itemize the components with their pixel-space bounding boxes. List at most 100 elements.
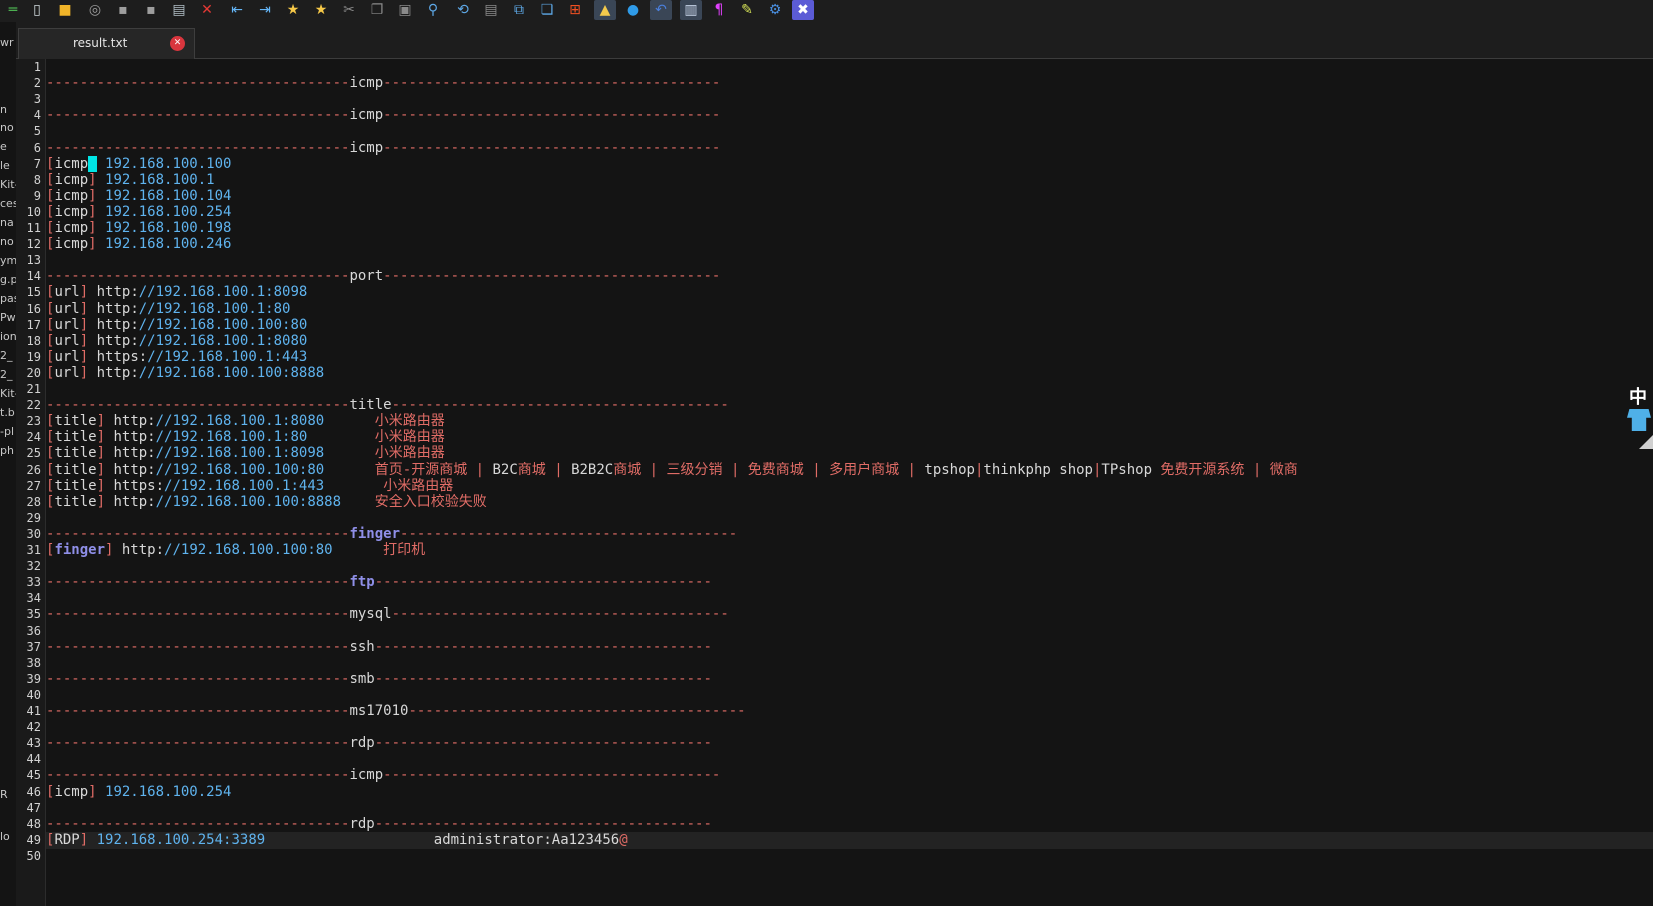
text-line[interactable] [46,91,1653,108]
text-line[interactable]: ------------------------------------rdp-… [46,816,1653,833]
text-line[interactable]: [RDP] 192.168.100.254:3389 administrator… [46,832,1653,849]
text-line[interactable]: ------------------------------------smb-… [46,671,1653,688]
text-line[interactable]: ------------------------------------port… [46,268,1653,285]
text-line[interactable]: [url] https://192.168.100.1:443 [46,349,1653,366]
pilcrow-icon[interactable]: ¶ [708,0,730,20]
text-line[interactable]: [icmp] 192.168.100.100 [46,156,1653,173]
text-line[interactable]: [icmp] 192.168.100.246 [46,236,1653,253]
text-line[interactable] [46,558,1653,575]
text-line[interactable] [46,655,1653,672]
text-line[interactable]: [url] http://192.168.100.100:80 [46,317,1653,334]
document-icon[interactable]: ▤ [480,0,502,20]
text-line[interactable]: [title] https://192.168.100.1:443 小米路由器 [46,478,1653,495]
text-line[interactable]: [url] http://192.168.100.1:8098 [46,284,1653,301]
print-icon[interactable]: ▤ [168,0,190,20]
text-line[interactable] [46,687,1653,704]
indent-icon[interactable]: ⇥ [254,0,276,20]
text-line[interactable] [46,59,1653,76]
paste-icon[interactable]: ▣ [394,0,416,20]
text-line[interactable]: ------------------------------------icmp… [46,107,1653,124]
text-segment: //192.168.100.1:80 [138,301,291,317]
text-line[interactable]: [url] http://192.168.100.1:8080 [46,333,1653,350]
bookmark-icon[interactable]: ★ [282,0,304,20]
new-file-icon[interactable]: ▯ [26,0,48,20]
panel-icon[interactable]: ▥ [680,0,702,20]
pen-icon[interactable]: ✎ [736,0,758,20]
text-line[interactable] [46,252,1653,269]
apple-icon[interactable]: ● [622,0,644,20]
text-segment: http: [105,462,156,478]
undo-icon[interactable]: ↶ [650,0,672,20]
find-replace-icon[interactable]: ⟲ [452,0,474,20]
text-line[interactable]: [icmp] 192.168.100.198 [46,220,1653,237]
close-box-icon[interactable]: ✖ [792,0,814,20]
text-line[interactable]: [finger] http://192.168.100.100:80 打印机 [46,542,1653,559]
text-line[interactable]: [title] http://192.168.100.1:8098 小米路由器 [46,445,1653,462]
tab-result-txt[interactable]: result.txt ✕ [18,28,195,59]
shirt-icon[interactable] [1627,409,1651,431]
text-line[interactable]: [url] http://192.168.100.1:80 [46,301,1653,318]
ime-chinese-indicator[interactable]: 中 [1629,383,1647,409]
text-line[interactable]: [title] http://192.168.100.100:8888 安全入口… [46,494,1653,511]
text-line[interactable]: ------------------------------------fing… [46,526,1653,543]
text-line[interactable] [46,510,1653,527]
windows-logo-icon[interactable]: ⊞ [564,0,586,20]
find-icon[interactable]: ⚲ [422,0,444,20]
text-segment: ---------------------------------------- [374,671,712,687]
text-line[interactable]: [url] http://192.168.100.100:8888 [46,365,1653,382]
text-line[interactable] [46,751,1653,768]
settings-icon[interactable]: ⚙ [764,0,786,20]
background-window-strip: wr n no e le Kit-ces na no ym g.p pas Pwo ion 2_ 2_ Kit… [0,22,16,906]
text-segment: url [54,365,80,381]
cut-icon[interactable]: ✂ [338,0,360,20]
text-line[interactable] [46,381,1653,398]
compare-icon[interactable]: ⧉ [508,0,530,20]
line-number: 48 [26,817,41,831]
text-line[interactable]: ------------------------------------ssh-… [46,639,1653,656]
text-segment: ------------------------------------ [46,816,350,832]
window-icon[interactable]: ❏ [536,0,558,20]
text-line[interactable]: ------------------------------------ftp-… [46,574,1653,591]
text-line[interactable]: [icmp] 192.168.100.254 [46,784,1653,801]
text-line[interactable] [46,123,1653,140]
close-icon[interactable]: ✕ [196,0,218,20]
text-line[interactable]: ------------------------------------icmp… [46,140,1653,157]
background-text-fragment: pas [0,292,16,305]
linux-icon[interactable]: ▲ [594,0,616,20]
text-line[interactable]: ------------------------------------icmp… [46,75,1653,92]
text-line[interactable] [46,623,1653,640]
reload-icon[interactable]: ◎ [84,0,106,20]
text-segment: B2C [492,462,518,478]
text-line[interactable] [46,848,1653,865]
save-icon[interactable]: ▪ [112,0,134,20]
text-line[interactable] [46,719,1653,736]
editor-area[interactable]: 1 2 3 4 5 6 7 8 9 10 11 12 13 14 15 16 17 18 19 20 21 22 23 24 2… [16,59,1653,906]
text-line[interactable]: ------------------------------------icmp… [46,767,1653,784]
tab-close-icon[interactable]: ✕ [170,36,185,51]
unindent-icon[interactable]: ⇤ [226,0,248,20]
text-segment: ] [88,220,97,236]
text-line[interactable]: [title] http://192.168.100.1:80 小米路由器 [46,429,1653,446]
text-line[interactable]: ------------------------------------titl… [46,397,1653,414]
text-line[interactable] [46,800,1653,817]
text-segment: ------------------------------------ [46,574,350,590]
text-line[interactable]: [title] http://192.168.100.100:80 首页-开源商… [46,462,1653,479]
copy-icon[interactable]: ❐ [366,0,388,20]
text-line[interactable]: [icmp] 192.168.100.1 [46,172,1653,189]
text-line[interactable]: [icmp] 192.168.100.254 [46,204,1653,221]
text-segment: ] [79,317,89,333]
text-segment: http: [88,333,139,349]
text-segment: ---------------------------------------- [400,526,738,542]
text-line[interactable] [46,590,1653,607]
background-text-fragment: n [0,103,7,116]
open-folder-icon[interactable]: ■ [54,0,76,20]
text-line[interactable]: [icmp] 192.168.100.104 [46,188,1653,205]
text-line[interactable]: [title] http://192.168.100.1:8080 小米路由器 [46,413,1653,430]
text-line[interactable]: ------------------------------------ms17… [46,703,1653,720]
bookmark-next-icon[interactable]: ★ [310,0,332,20]
text-line[interactable]: ------------------------------------rdp-… [46,735,1653,752]
save-all-icon[interactable]: ▪ [140,0,162,20]
menu-edge-icon[interactable]: ═ [2,0,24,20]
text-segment: ---------------------------------------- [408,703,746,719]
text-line[interactable]: ------------------------------------mysq… [46,606,1653,623]
